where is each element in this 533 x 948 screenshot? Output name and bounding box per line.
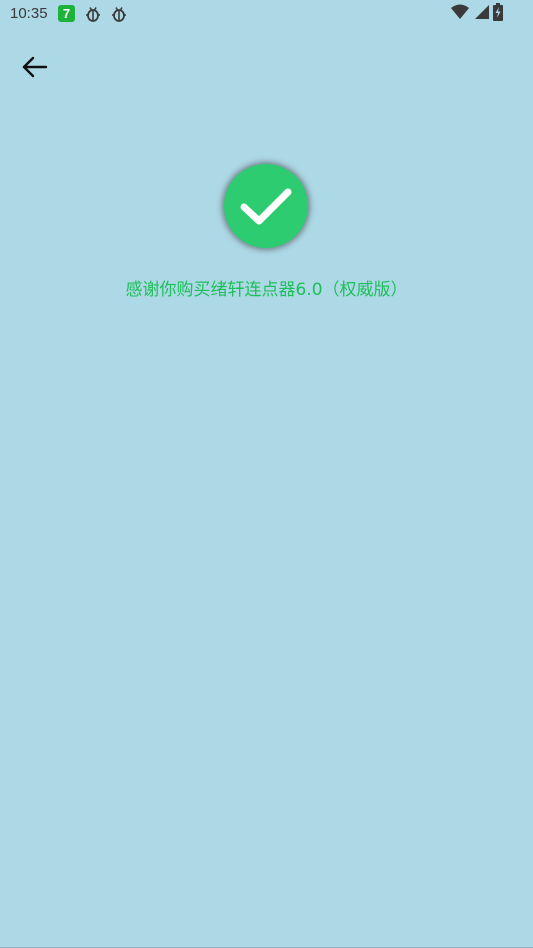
- arrow-left-icon: [18, 56, 52, 88]
- battery-charging-icon: [493, 3, 503, 25]
- bug-icon: [110, 5, 128, 23]
- success-badge: [224, 164, 308, 248]
- system-icons: [451, 3, 503, 25]
- app-notification-badge: 7: [58, 5, 75, 22]
- back-button[interactable]: [18, 50, 52, 84]
- signal-icon: [473, 4, 489, 24]
- status-bar: 10:35 7: [0, 0, 533, 30]
- wifi-icon: [451, 4, 469, 24]
- status-time: 10:35: [10, 5, 48, 22]
- thanks-message: 感谢你购买绪轩连点器6.0（权威版）: [125, 280, 408, 300]
- bug-icon: [84, 5, 102, 23]
